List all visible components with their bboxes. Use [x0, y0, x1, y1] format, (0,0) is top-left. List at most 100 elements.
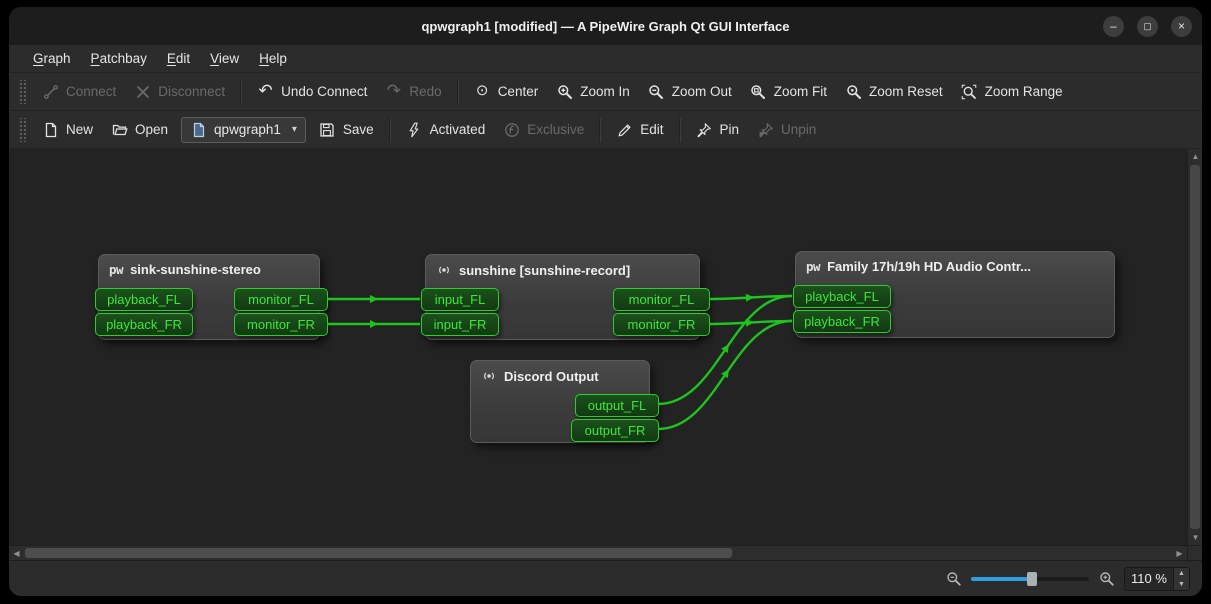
scroll-down-button[interactable]: ▼ — [1188, 530, 1202, 545]
zoom-range-button[interactable]: Zoom Range — [952, 78, 1072, 106]
toolbar-separator — [457, 80, 459, 104]
toolbar-separator — [389, 118, 391, 142]
graph-view: pw sink-sunshine-stereo playback_FL play… — [9, 149, 1202, 560]
zoom-in-icon — [556, 83, 573, 100]
menu-help[interactable]: Help — [249, 45, 297, 72]
save-icon — [319, 121, 336, 138]
zoom-spin-up-button[interactable]: ▲ — [1174, 568, 1189, 579]
zoom-spinbox[interactable]: 110 % ▲ ▼ — [1124, 567, 1190, 591]
port-input[interactable]: playback_FR — [95, 313, 193, 336]
port-input[interactable]: playback_FR — [793, 310, 891, 333]
node-discord-output[interactable]: Discord Output output_FL output_FR — [470, 360, 650, 443]
zoom-slider-handle[interactable] — [1027, 572, 1037, 586]
cable-arrow-icon — [721, 342, 732, 353]
scrollbar-corner — [1187, 545, 1202, 560]
node-sink-sunshine-stereo[interactable]: pw sink-sunshine-stereo playback_FL play… — [98, 254, 320, 340]
zoom-out-icon — [945, 570, 962, 587]
connection-cable[interactable] — [709, 296, 792, 299]
center-button[interactable]: ⊙ Center — [465, 78, 548, 106]
pencil-icon — [616, 121, 633, 138]
undo-icon: ↶ — [257, 82, 274, 99]
node-title: sunshine [sunshine-record] — [459, 263, 630, 278]
menubar: Graph Patchbay Edit View Help — [9, 45, 1202, 73]
cable-arrow-icon — [370, 295, 378, 303]
node-title: sink-sunshine-stereo — [130, 262, 261, 277]
menu-patchbay[interactable]: Patchbay — [81, 45, 157, 72]
zoom-slider[interactable] — [971, 571, 1089, 587]
port-output[interactable]: monitor_FR — [613, 313, 710, 336]
app-icon — [481, 368, 497, 384]
port-output[interactable]: output_FL — [575, 394, 659, 417]
port-output[interactable]: monitor_FL — [234, 288, 328, 311]
minimize-button[interactable]: – — [1103, 16, 1124, 37]
statusbar: 110 % ▲ ▼ — [9, 560, 1202, 596]
vertical-scroll-thumb[interactable] — [1190, 165, 1200, 529]
vertical-scrollbar[interactable]: ▲ ▼ — [1187, 149, 1202, 545]
scroll-up-button[interactable]: ▲ — [1188, 149, 1202, 164]
connection-cable[interactable] — [709, 321, 792, 324]
pin-button[interactable]: Pin — [687, 116, 749, 144]
zoom-fit-button[interactable]: Zoom Fit — [741, 78, 836, 106]
port-input[interactable]: playback_FL — [793, 285, 891, 308]
close-icon: × — [1178, 20, 1185, 32]
maximize-icon: ▢ — [1143, 22, 1152, 31]
window-title: qpwgraph1 [modified] — A PipeWire Graph … — [421, 19, 789, 34]
edit-button[interactable]: Edit — [607, 116, 672, 144]
port-input[interactable]: input_FL — [421, 288, 499, 311]
toolbar-main: Connect Disconnect ↶ Undo Connect ↷ Redo… — [9, 73, 1202, 111]
new-button[interactable]: New — [33, 116, 102, 144]
open-button[interactable]: Open — [102, 116, 177, 144]
zoom-reset-button[interactable]: Zoom Reset — [836, 78, 952, 106]
activated-button[interactable]: Activated — [397, 116, 495, 144]
toolbar-drag-handle[interactable] — [18, 80, 26, 104]
toolbar-separator — [599, 118, 601, 142]
zoom-out-button[interactable]: Zoom Out — [639, 78, 741, 106]
zoom-spin-down-button[interactable]: ▼ — [1174, 579, 1189, 590]
node-family-hd-audio[interactable]: pw Family 17h/19h HD Audio Contr... play… — [795, 251, 1115, 338]
close-button[interactable]: × — [1171, 16, 1192, 37]
port-input[interactable]: input_FR — [421, 313, 499, 336]
maximize-button[interactable]: ▢ — [1137, 16, 1158, 37]
menu-edit[interactable]: Edit — [157, 45, 200, 72]
menu-view[interactable]: View — [200, 45, 249, 72]
patchbay-selector[interactable]: qpwgraph1 ▾ — [181, 117, 306, 143]
chevron-down-icon: ▾ — [292, 124, 297, 135]
toolbar-separator — [240, 80, 242, 104]
unpin-button[interactable]: Unpin — [748, 116, 825, 144]
redo-button[interactable]: ↷ Redo — [376, 78, 450, 106]
scroll-left-button[interactable]: ◀ — [9, 546, 24, 561]
graph-canvas[interactable]: pw sink-sunshine-stereo playback_FL play… — [9, 149, 1187, 545]
pin-icon — [696, 121, 713, 138]
zoom-in-icon — [1098, 570, 1115, 587]
connect-button[interactable]: Connect — [33, 78, 125, 106]
cable-arrow-icon — [370, 320, 378, 328]
node-title: Family 17h/19h HD Audio Contr... — [827, 259, 1031, 274]
lightning-icon — [406, 121, 423, 138]
zoom-value: 110 % — [1125, 568, 1173, 590]
titlebar: qpwgraph1 [modified] — A PipeWire Graph … — [9, 7, 1202, 45]
port-output[interactable]: monitor_FL — [613, 288, 710, 311]
menu-graph[interactable]: Graph — [23, 45, 81, 72]
center-icon: ⊙ — [474, 82, 491, 99]
zoom-reset-icon — [845, 83, 862, 100]
port-output[interactable]: monitor_FR — [234, 313, 328, 336]
node-sunshine[interactable]: sunshine [sunshine-record] input_FL inpu… — [425, 254, 700, 340]
disconnect-button[interactable]: Disconnect — [125, 78, 234, 106]
horizontal-scroll-thumb[interactable] — [25, 548, 732, 558]
exclusive-icon — [503, 121, 520, 138]
horizontal-scrollbar[interactable]: ◀ ▶ — [9, 545, 1187, 560]
scroll-right-button[interactable]: ▶ — [1172, 546, 1187, 561]
cable-arrow-icon — [746, 293, 755, 302]
undo-connect-button[interactable]: ↶ Undo Connect — [248, 78, 376, 106]
cable-arrow-icon — [746, 318, 755, 327]
port-input[interactable]: playback_FL — [95, 288, 193, 311]
redo-icon: ↷ — [385, 82, 402, 99]
toolbar-drag-handle[interactable] — [18, 118, 26, 142]
port-output[interactable]: output_FR — [571, 419, 659, 442]
zoom-in-button[interactable]: Zoom In — [547, 78, 639, 106]
save-button[interactable]: Save — [310, 116, 383, 144]
exclusive-button[interactable]: Exclusive — [494, 116, 593, 144]
unpin-icon — [757, 121, 774, 138]
toolbar-separator — [679, 118, 681, 142]
zoom-out-icon — [648, 83, 665, 100]
